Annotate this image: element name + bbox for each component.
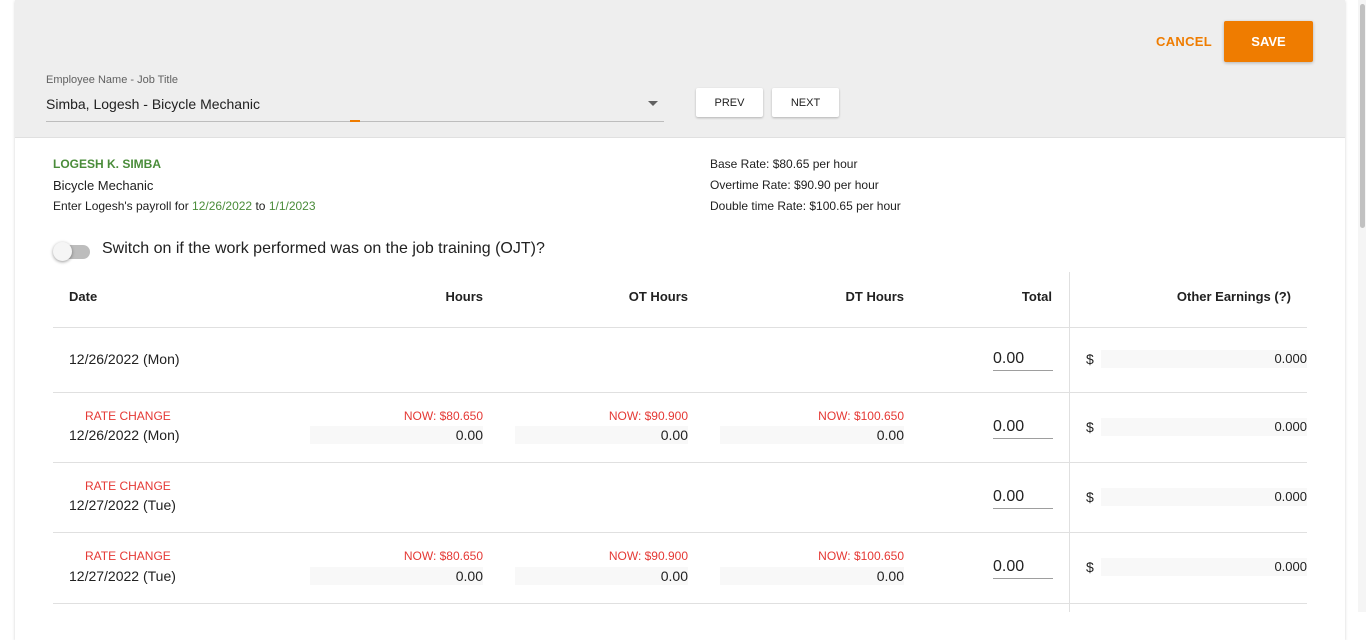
hours-field[interactable]: 0.00 (310, 426, 483, 444)
scrollbar-thumb[interactable] (1360, 4, 1365, 228)
prev-button[interactable]: PREV (696, 88, 763, 117)
other-earnings-field[interactable]: 0.000 (1101, 350, 1307, 368)
total-field[interactable]: 0.00 (993, 556, 1053, 579)
total-field[interactable]: 0.00 (993, 486, 1053, 509)
ot-hours-field[interactable]: 0.00 (515, 567, 688, 585)
header-hours: Hours (445, 289, 483, 304)
employee-select-value: Simba, Logesh - Bicycle Mechanic (46, 96, 260, 112)
period-end: 1/1/2023 (268, 199, 316, 213)
row-divider (53, 462, 1307, 463)
payroll-card: CANCEL SAVE Employee Name - Job Title Si… (15, 0, 1345, 640)
row-divider (53, 392, 1307, 393)
double-time-rate: Double time Rate: $100.65 per hour (710, 199, 901, 213)
rate-change-label: RATE CHANGE (85, 549, 171, 563)
other-earnings-field[interactable]: 0.000 (1101, 488, 1307, 506)
period-to: to (255, 199, 266, 213)
toggle-thumb (53, 242, 72, 261)
hours-field[interactable]: 0.00 (310, 567, 483, 585)
payroll-period: Enter Logesh's payroll for 12/26/2022 to… (53, 196, 316, 217)
chevron-down-icon[interactable] (648, 101, 658, 106)
hours-new-rate: NOW: $80.650 (403, 549, 483, 563)
ot-hours-new-rate: NOW: $90.900 (608, 549, 688, 563)
row-date: 12/26/2022 (Mon) (69, 427, 180, 443)
other-earnings-field[interactable]: 0.000 (1101, 558, 1307, 576)
header-date: Date (69, 289, 98, 304)
cancel-button[interactable]: CANCEL (1148, 21, 1220, 61)
total-field[interactable]: 0.00 (993, 416, 1053, 439)
dt-hours-field[interactable]: 0.00 (720, 567, 904, 585)
ojt-toggle[interactable] (53, 242, 90, 261)
row-date: 12/27/2022 (Tue) (69, 497, 176, 513)
period-start: 12/26/2022 (192, 199, 253, 213)
header-total: Total (1021, 289, 1052, 304)
header-other-earnings: Other Earnings (?) (1176, 289, 1291, 304)
overtime-rate: Overtime Rate: $90.90 per hour (710, 178, 879, 192)
other-earnings-field[interactable]: 0.000 (1101, 418, 1307, 436)
next-button[interactable]: NEXT (772, 88, 839, 117)
rate-change-label: RATE CHANGE (85, 479, 171, 493)
ot-hours-new-rate: NOW: $90.900 (608, 409, 688, 423)
currency-symbol: $ (1086, 559, 1094, 575)
dt-hours-new-rate: NOW: $100.650 (818, 549, 904, 563)
employee-select[interactable]: Simba, Logesh - Bicycle Mechanic (46, 93, 664, 122)
hours-new-rate: NOW: $80.650 (403, 409, 483, 423)
row-date: 12/26/2022 (Mon) (69, 351, 180, 367)
employee-select-label: Employee Name - Job Title (46, 74, 179, 86)
save-button[interactable]: SAVE (1224, 21, 1313, 62)
dt-hours-new-rate: NOW: $100.650 (818, 409, 904, 423)
header-divider (53, 327, 1307, 328)
base-rate: Base Rate: $80.65 per hour (710, 157, 858, 171)
period-prefix: Enter Logesh's payroll for (53, 199, 189, 213)
currency-symbol: $ (1086, 419, 1094, 435)
currency-symbol: $ (1086, 351, 1094, 367)
ojt-toggle-label: Switch on if the work performed was on t… (102, 240, 545, 257)
row-divider (53, 532, 1307, 533)
column-divider (1069, 272, 1070, 612)
row-divider (53, 603, 1307, 604)
top-bar: CANCEL SAVE Employee Name - Job Title Si… (15, 0, 1345, 138)
employee-name: LOGESH K. SIMBA (53, 157, 162, 171)
ot-hours-field[interactable]: 0.00 (515, 426, 688, 444)
rate-change-label: RATE CHANGE (85, 409, 171, 423)
header-ot-hours: OT Hours (628, 289, 688, 304)
dt-hours-field[interactable]: 0.00 (720, 426, 904, 444)
total-field[interactable]: 0.00 (993, 348, 1053, 371)
focus-indicator (350, 120, 360, 122)
header-dt-hours: DT Hours (845, 289, 905, 304)
employee-title: Bicycle Mechanic (53, 178, 154, 193)
row-date: 12/27/2022 (Tue) (69, 568, 176, 584)
currency-symbol: $ (1086, 489, 1094, 505)
